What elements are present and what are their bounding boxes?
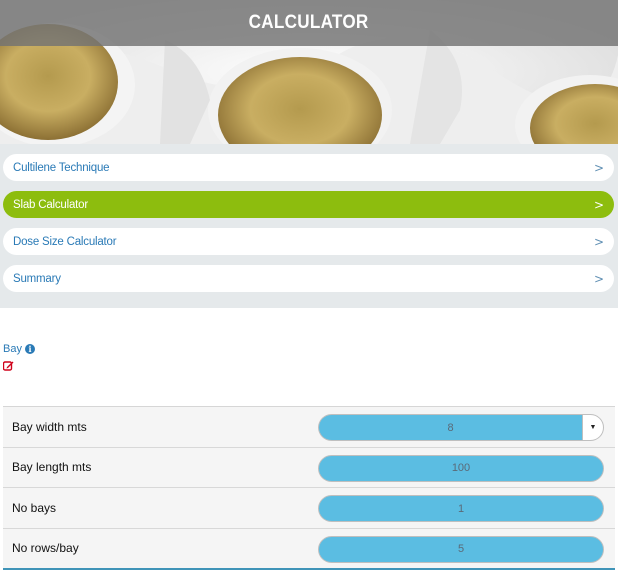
table-row: No rows/bay 5 xyxy=(3,528,615,569)
menu-item-label: Slab Calculator xyxy=(13,198,88,211)
menu-item-label: Dose Size Calculator xyxy=(13,235,117,248)
title-bar: CALCULATOR xyxy=(0,0,618,46)
bay-length-label: Bay length mts xyxy=(12,460,92,475)
bay-width-label: Bay width mts xyxy=(12,419,87,434)
menu-item-label: Summary xyxy=(13,272,61,285)
bay-parameters-table: Bay width mts 8 ▼ Bay length mts 100 No … xyxy=(3,406,615,569)
bay-section-heading: Bay i xyxy=(3,343,35,355)
header-banner: CALCULATOR xyxy=(0,0,618,144)
menu-item-label: Cultilene Technique xyxy=(13,161,110,174)
no-bays-label: No bays xyxy=(12,500,57,515)
table-row: Bay width mts 8 ▼ xyxy=(3,407,615,448)
chevron-right-icon: > xyxy=(593,160,604,175)
menu-item-summary[interactable]: Summary > xyxy=(3,265,614,292)
menu-item-cultilene-technique[interactable]: Cultilene Technique > xyxy=(3,154,614,181)
no-bays-input[interactable]: 1 xyxy=(318,495,604,522)
chevron-right-icon: > xyxy=(593,271,604,286)
no-rows-per-bay-label: No rows/bay xyxy=(12,541,79,556)
chevron-right-icon: > xyxy=(593,197,604,212)
chevron-right-icon: > xyxy=(593,234,604,249)
info-icon[interactable]: i xyxy=(24,344,35,354)
caret-down-icon: ▼ xyxy=(589,424,597,431)
page-title: CALCULATOR xyxy=(249,12,369,33)
edit-icon[interactable] xyxy=(3,360,14,371)
bay-length-input[interactable]: 100 xyxy=(318,454,604,482)
menu-item-slab-calculator[interactable]: Slab Calculator > xyxy=(3,191,614,218)
dropdown-toggle[interactable]: ▼ xyxy=(582,414,604,441)
menu-item-dose-size-calculator[interactable]: Dose Size Calculator > xyxy=(3,228,614,255)
step-menu: Cultilene Technique > Slab Calculator > … xyxy=(0,144,618,308)
bay-width-select[interactable]: 8 xyxy=(318,414,582,441)
table-row: No bays 1 xyxy=(3,488,615,529)
no-rows-per-bay-input[interactable]: 5 xyxy=(318,535,604,563)
bay-heading-label: Bay xyxy=(3,343,22,355)
table-row: Bay length mts 100 xyxy=(3,447,615,488)
